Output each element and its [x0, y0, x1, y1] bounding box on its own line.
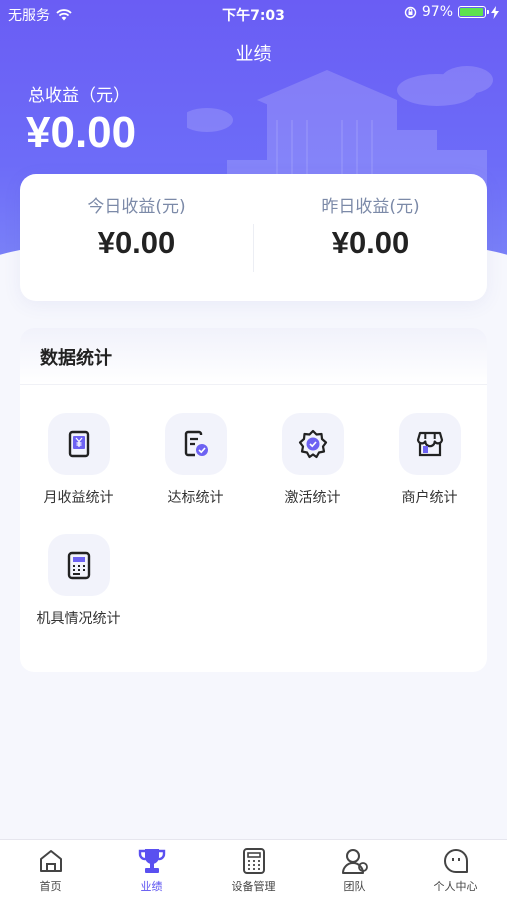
activation-badge-icon [298, 429, 327, 459]
tab-bar: 首页 业绩 设备管理 团队 个人中心 [0, 839, 507, 901]
target-stats-button[interactable]: 达标统计 [137, 413, 254, 507]
charging-bolt-icon [491, 5, 499, 19]
today-earnings[interactable]: 今日收益(元) ¥0.00 [20, 192, 253, 261]
tab-device-management-label: 设备管理 [231, 880, 276, 893]
total-income-value: ¥0.00 [26, 108, 137, 157]
merchant-store-icon [416, 431, 443, 457]
data-statistics-card: 数据统计 月收益统计 达标统计 激活统计 商户统计 机具情况统计 [20, 328, 487, 672]
terminal-device-icon [67, 551, 90, 580]
tab-team[interactable]: 团队 [304, 846, 405, 894]
target-stats-label: 达标统计 [167, 490, 224, 506]
merchant-stats-button[interactable]: 商户统计 [371, 413, 488, 507]
status-bar: 无服务 下午7:03 97% [0, 0, 507, 28]
tab-performance[interactable]: 业绩 [101, 846, 202, 894]
monthly-income-stats-button[interactable]: 月收益统计 [20, 413, 137, 507]
tab-home-label: 首页 [39, 880, 62, 893]
monthly-income-stats-label: 月收益统计 [43, 490, 114, 506]
yesterday-earnings-value: ¥0.00 [331, 225, 410, 260]
yesterday-earnings[interactable]: 昨日收益(元) ¥0.00 [254, 192, 487, 261]
home-icon [39, 850, 62, 872]
trophy-icon [138, 849, 165, 873]
statistics-header: 数据统计 [20, 328, 487, 385]
battery-icon [458, 6, 489, 18]
statistics-title: 数据统计 [40, 348, 112, 369]
earnings-card: 今日收益(元) ¥0.00 昨日收益(元) ¥0.00 [20, 174, 487, 301]
tab-home[interactable]: 首页 [0, 846, 101, 894]
today-earnings-value: ¥0.00 [97, 225, 176, 260]
tab-team-label: 团队 [343, 880, 366, 893]
merchant-stats-label: 商户统计 [401, 490, 458, 506]
page-title: 业绩 [235, 44, 272, 65]
today-earnings-label: 今日收益(元) [87, 197, 186, 217]
terminal-stats-label: 机具情况统计 [36, 611, 121, 627]
target-report-icon [184, 430, 208, 457]
monthly-income-icon [68, 430, 89, 458]
terminal-stats-button[interactable]: 机具情况统计 [20, 534, 137, 628]
activation-stats-label: 激活统计 [284, 490, 341, 506]
profile-icon [443, 849, 468, 873]
orientation-lock-icon [404, 6, 417, 18]
total-income-label: 总收益（元） [28, 86, 130, 106]
tab-performance-label: 业绩 [140, 880, 163, 893]
team-icon [341, 849, 368, 874]
tab-device-management[interactable]: 设备管理 [203, 846, 304, 894]
activation-stats-button[interactable]: 激活统计 [254, 413, 371, 507]
tab-profile[interactable]: 个人中心 [405, 846, 506, 894]
calculator-device-icon [242, 848, 265, 874]
battery-percent: 97% [421, 4, 453, 20]
tab-profile-label: 个人中心 [433, 880, 478, 893]
yesterday-earnings-label: 昨日收益(元) [321, 197, 420, 217]
